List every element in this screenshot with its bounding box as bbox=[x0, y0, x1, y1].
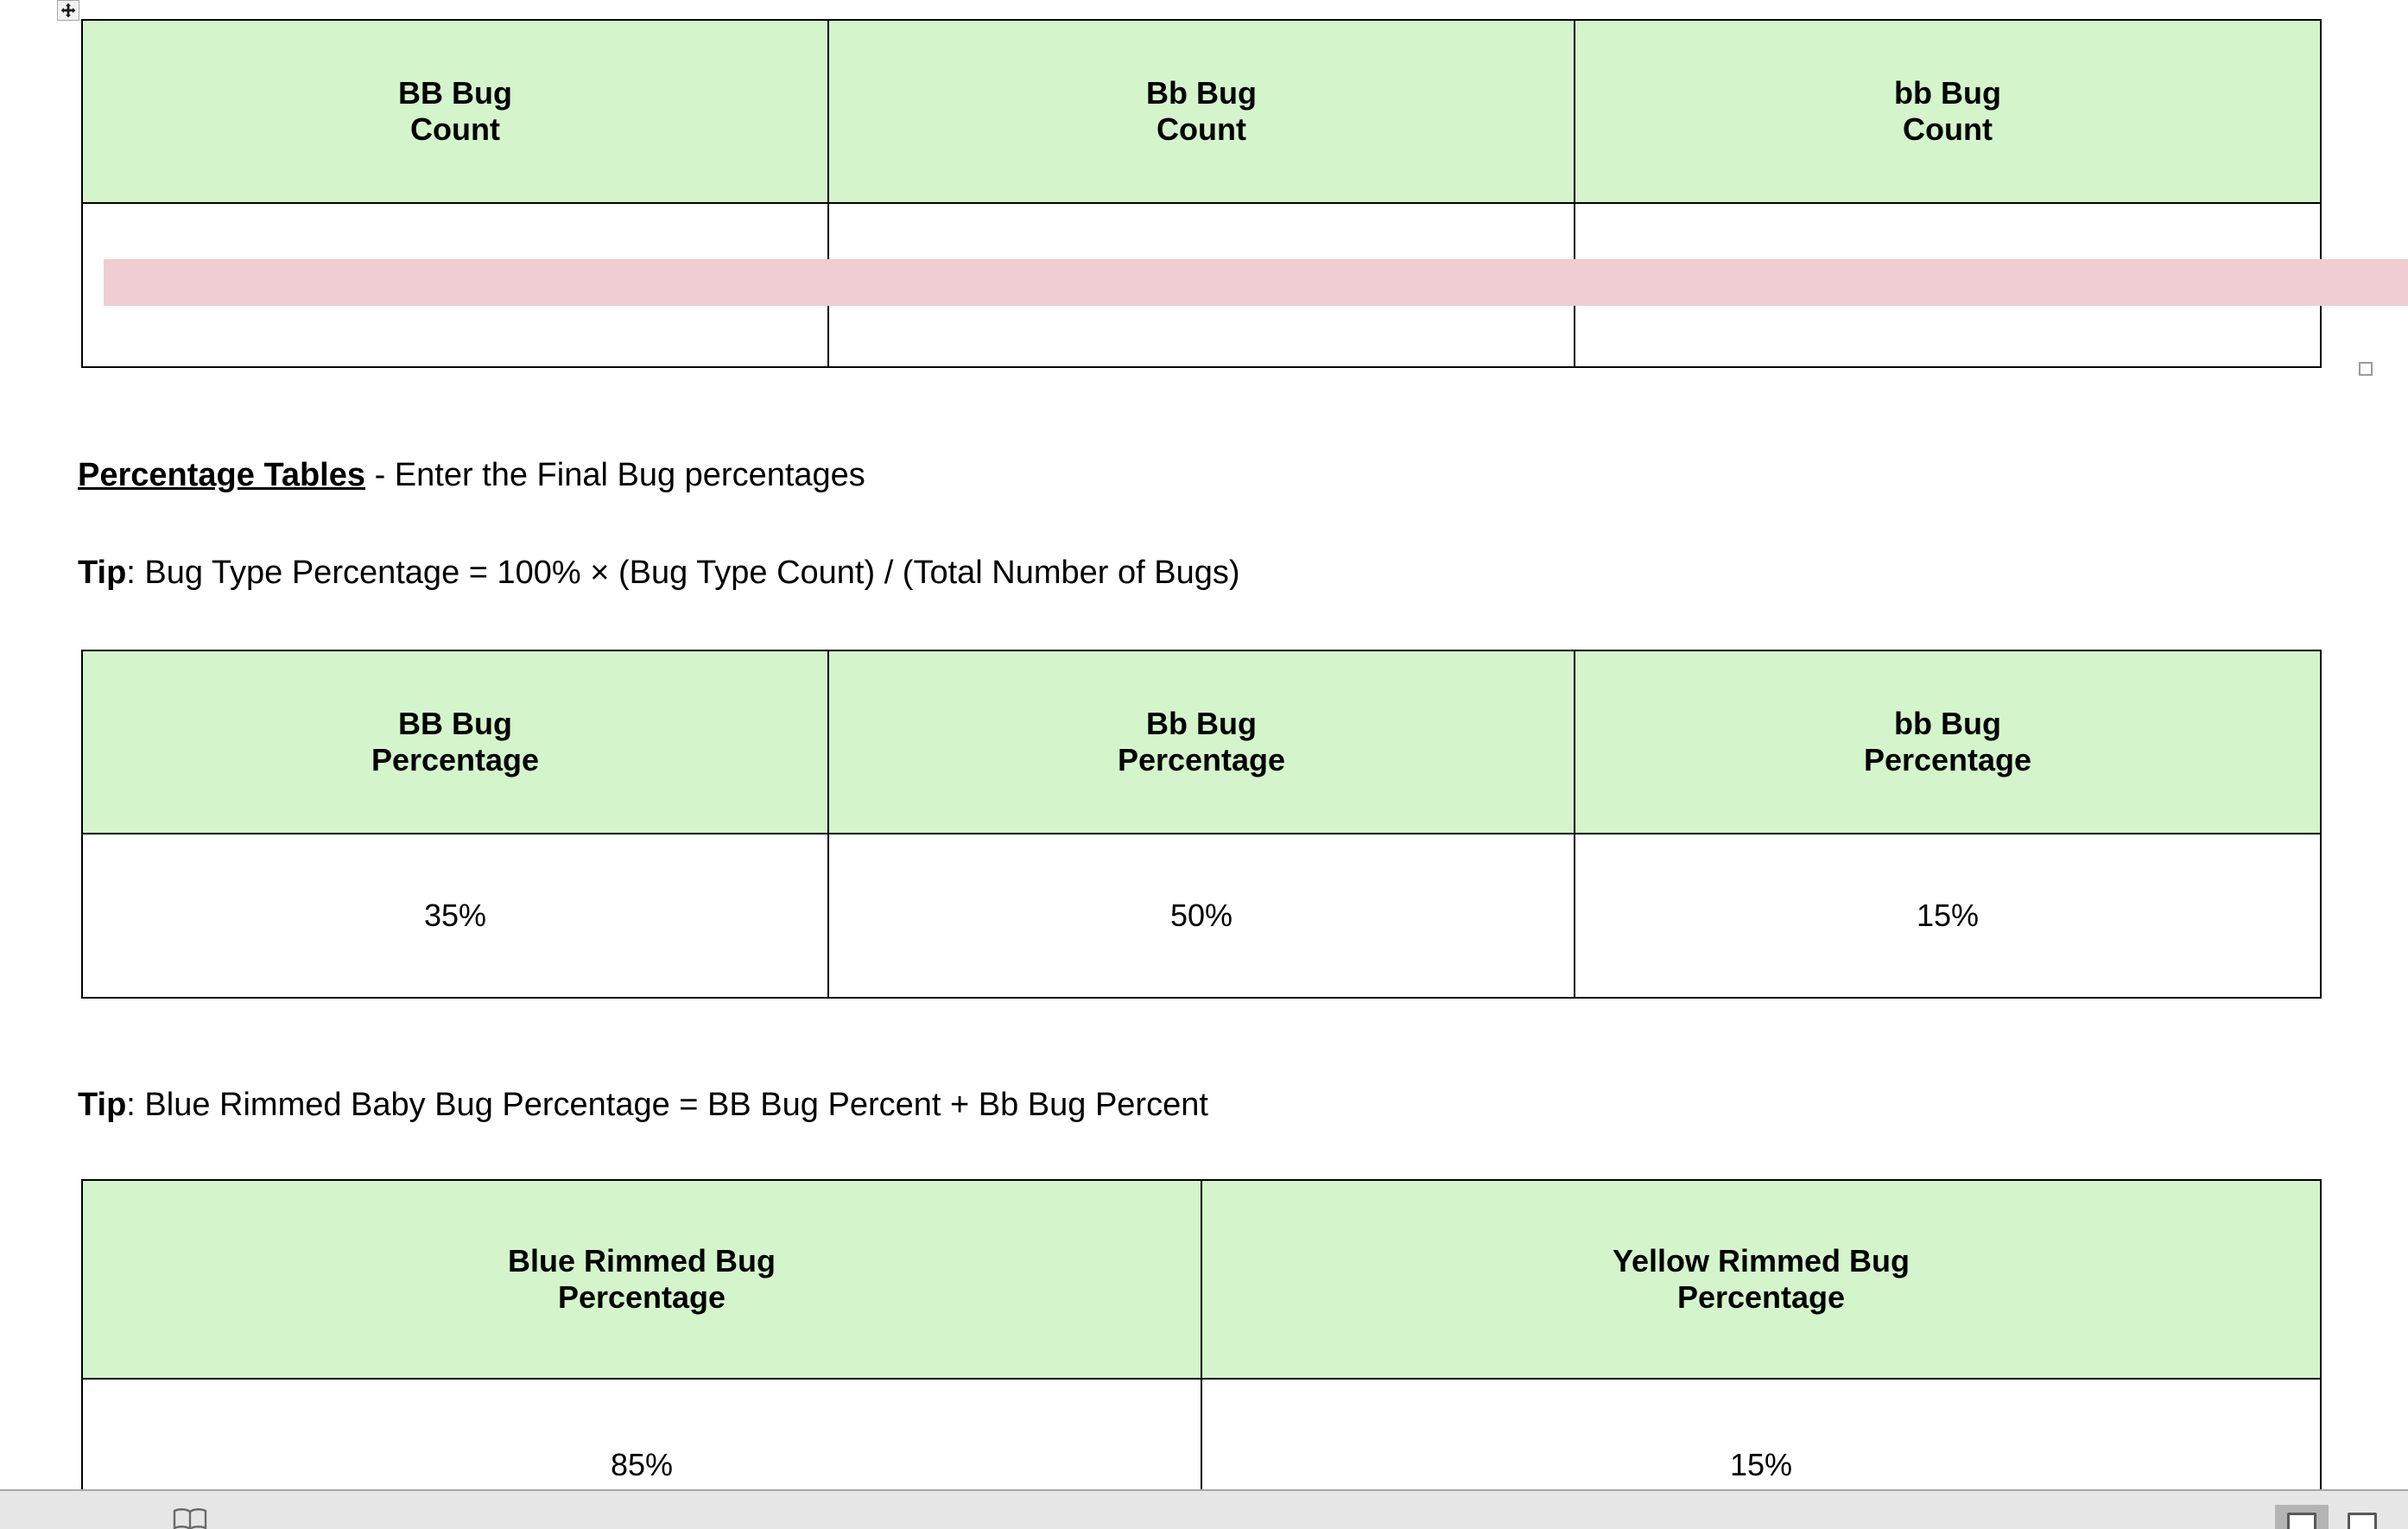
header-line-1: BB Bug bbox=[398, 705, 512, 741]
table-value-cell-bb-lower-percentage[interactable]: 15% bbox=[1574, 833, 2322, 999]
view-mode-group bbox=[2275, 1505, 2389, 1529]
header-line-2: Percentage bbox=[557, 1279, 726, 1315]
header-line-1: BB Bug bbox=[398, 74, 512, 111]
table-value-cell-bb-lower-count[interactable]: 3 bbox=[1574, 202, 2322, 368]
table-value-cell-bb-percentage[interactable]: 35% bbox=[81, 833, 829, 999]
header-line-1: bb Bug bbox=[1894, 705, 2001, 741]
section-heading-emphasis: Percentage Tables bbox=[78, 457, 366, 493]
book-icon[interactable] bbox=[173, 1507, 207, 1529]
table-value-cell-Bb-percentage[interactable]: 50% bbox=[827, 833, 1575, 999]
bug-count-table[interactable]: BB Bug Count Bb Bug Count bb Bug Count 7… bbox=[81, 19, 2322, 368]
header-line-1: Blue Rimmed Bug bbox=[507, 1242, 776, 1278]
section-heading-rest: - Enter the Final Bug percentages bbox=[365, 457, 865, 493]
table-value-cell-bb-count[interactable]: 7 bbox=[81, 202, 829, 368]
tip-text: : Bug Type Percentage = 100% × (Bug Type… bbox=[126, 555, 1240, 591]
table-header-cell-Bb-count[interactable]: Bb Bug Count bbox=[827, 19, 1575, 204]
tip-line-percentage-formula: Tip: Bug Type Percentage = 100% × (Bug T… bbox=[78, 553, 1240, 594]
status-bar bbox=[0, 1489, 2408, 1529]
table-header-cell-bb-lower-percentage[interactable]: bb Bug Percentage bbox=[1574, 650, 2322, 834]
table-row: BB Bug Percentage Bb Bug Percentage bb B… bbox=[81, 650, 2322, 834]
table-header-cell-Bb-percentage[interactable]: Bb Bug Percentage bbox=[827, 650, 1575, 834]
header-line-2: Percentage bbox=[1863, 742, 2032, 777]
table-row: BB Bug Count Bb Bug Count bb Bug Count bbox=[81, 19, 2322, 204]
header-line-2: Percentage bbox=[1117, 742, 1286, 777]
table-header-cell-bb-percentage[interactable]: BB Bug Percentage bbox=[81, 650, 829, 834]
header-line-2: Count bbox=[1156, 111, 1246, 147]
header-line-1: Yellow Rimmed Bug bbox=[1612, 1242, 1911, 1278]
rimmed-bug-percentage-table[interactable]: Blue Rimmed Bug Percentage Yellow Rimmed… bbox=[81, 1179, 2322, 1529]
table-move-handle-icon[interactable] bbox=[57, 0, 79, 21]
table-header-cell-bb-count[interactable]: BB Bug Count bbox=[81, 19, 829, 204]
web-layout-view-icon[interactable] bbox=[2335, 1505, 2389, 1529]
print-layout-view-icon[interactable] bbox=[2275, 1505, 2329, 1529]
header-line-2: Percentage bbox=[371, 742, 540, 777]
tip-label: Tip bbox=[78, 555, 127, 591]
document-page: BB Bug Count Bb Bug Count bb Bug Count 7… bbox=[0, 0, 2408, 1529]
header-line-1: Bb Bug bbox=[1146, 705, 1257, 741]
header-line-1: Bb Bug bbox=[1146, 74, 1257, 111]
tip-line-blue-rimmed-formula: Tip: Blue Rimmed Baby Bug Percentage = B… bbox=[78, 1085, 1208, 1126]
table-row: 35% 50% 15% bbox=[81, 833, 2322, 999]
tip-label: Tip bbox=[78, 1087, 127, 1123]
document-body: BB Bug Count Bb Bug Count bb Bug Count 7… bbox=[0, 0, 2408, 1529]
section-heading-percentage-tables: Percentage Tables - Enter the Final Bug … bbox=[78, 455, 865, 497]
print-layout-glyph bbox=[2287, 1513, 2316, 1529]
header-line-2: Count bbox=[1903, 111, 1993, 147]
bug-percentage-table[interactable]: BB Bug Percentage Bb Bug Percentage bb B… bbox=[81, 650, 2322, 999]
header-line-2: Count bbox=[410, 111, 500, 147]
table-row: Blue Rimmed Bug Percentage Yellow Rimmed… bbox=[81, 1179, 2322, 1380]
header-line-2: Percentage bbox=[1676, 1279, 1846, 1315]
header-line-1: bb Bug bbox=[1894, 74, 2001, 111]
table-row: 7 10 3 bbox=[81, 202, 2322, 368]
web-layout-glyph bbox=[2348, 1513, 2377, 1529]
tip-text: : Blue Rimmed Baby Bug Percentage = BB B… bbox=[126, 1087, 1208, 1123]
table-header-cell-yellow-rimmed[interactable]: Yellow Rimmed Bug Percentage bbox=[1201, 1179, 2322, 1380]
table-value-cell-Bb-count[interactable]: 10 bbox=[827, 202, 1575, 368]
table-resize-handle-icon[interactable] bbox=[2359, 362, 2373, 376]
table-header-cell-bb-lower-count[interactable]: bb Bug Count bbox=[1574, 19, 2322, 204]
table-header-cell-blue-rimmed[interactable]: Blue Rimmed Bug Percentage bbox=[81, 1179, 1202, 1380]
